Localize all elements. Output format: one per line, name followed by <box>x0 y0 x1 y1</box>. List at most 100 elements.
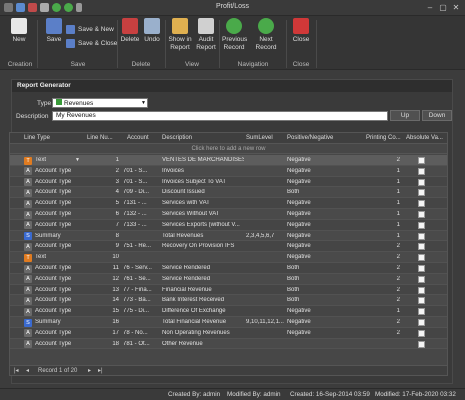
show-in-report-button[interactable]: Show in Report <box>167 18 193 52</box>
cell-description[interactable]: Invoices Subject To VAT <box>162 179 244 185</box>
cell-line-type[interactable]: Account Type <box>35 276 71 282</box>
table-row[interactable]: T Text 1 VENTES DE MARCHANDISES Negative 2 ▼ <box>10 155 447 166</box>
cell-line-type[interactable]: Account Type <box>35 168 71 174</box>
cell-description[interactable]: Service Rendered <box>162 265 244 271</box>
type-select[interactable]: Revenues ▼ <box>52 98 148 108</box>
absolute-value-checkbox[interactable] <box>418 178 425 186</box>
new-button[interactable]: New <box>9 18 29 44</box>
table-row[interactable]: A Account Type 6 7132 - ... Services Without… <box>10 209 447 220</box>
table-row[interactable]: A Account Type 5 7131 - ... Services with VA… <box>10 198 447 209</box>
cell-line-type[interactable]: Account Type <box>35 265 71 271</box>
cell-account[interactable]: 7131 - ... <box>123 200 160 206</box>
cell-line-number[interactable]: 15 <box>85 308 119 314</box>
cell-description[interactable]: Services Without VAT <box>162 211 244 217</box>
cell-line-number[interactable]: 17 <box>85 330 119 336</box>
absolute-value-checkbox[interactable] <box>418 157 425 164</box>
save-and-close-button[interactable]: Save & Close <box>66 38 117 49</box>
absolute-value-checkbox[interactable] <box>418 232 425 240</box>
cell-description[interactable]: Total Financial Revenue <box>162 319 244 325</box>
cell-line-number[interactable]: 9 <box>85 243 119 249</box>
cell-account[interactable]: 76 - Serv... <box>123 265 160 271</box>
table-row[interactable]: T Text 10 Negative 2 <box>10 252 447 263</box>
cell-printing[interactable]: 2 <box>366 157 400 163</box>
undo-button[interactable]: Undo <box>141 18 163 44</box>
cell-line-number[interactable]: 2 <box>85 168 119 174</box>
cell-description[interactable]: Recovery On Provision IFS <box>162 243 244 249</box>
cell-positive-negative[interactable]: Negative <box>287 319 311 325</box>
cell-description[interactable]: Other Revenue <box>162 341 244 347</box>
absolute-value-checkbox[interactable] <box>418 319 425 326</box>
cell-positive-negative[interactable]: Both <box>287 297 299 303</box>
cell-account[interactable]: 77 - Fina... <box>123 287 160 293</box>
cell-line-number[interactable]: 11 <box>85 265 119 271</box>
cell-line-type[interactable]: Account Type <box>35 308 71 314</box>
cell-account[interactable]: 773 - Ba... <box>123 297 160 303</box>
nav-prev-icon[interactable]: ◂ <box>26 366 29 375</box>
absolute-value-checkbox[interactable] <box>418 211 425 218</box>
absolute-value-checkbox[interactable] <box>418 254 425 262</box>
table-row[interactable]: A Account Type 12 761 - Se... Service Render… <box>10 273 447 285</box>
cell-account[interactable]: 751 - Re... <box>123 243 160 249</box>
table-row[interactable]: S Summary 8 Total Revenues 2,3,4,5,6,7 Negati… <box>10 230 447 242</box>
col-account[interactable]: Account <box>127 135 149 141</box>
cell-positive-negative[interactable]: Both <box>287 265 299 271</box>
cell-positive-negative[interactable]: Negative <box>287 168 311 174</box>
add-new-row[interactable]: Click here to add a new row <box>10 144 447 154</box>
absolute-value-checkbox[interactable] <box>418 200 425 208</box>
nav-next-icon[interactable]: ▸ <box>88 366 91 375</box>
absolute-value-checkbox[interactable] <box>418 167 425 175</box>
cell-printing[interactable]: 1 <box>366 308 400 314</box>
cell-printing[interactable]: 2 <box>366 297 400 303</box>
cell-line-type[interactable]: Account Type <box>35 179 71 185</box>
cell-line-type[interactable]: Text <box>35 254 46 260</box>
cell-line-number[interactable]: 7 <box>85 222 119 228</box>
cell-positive-negative[interactable]: Negative <box>287 179 311 185</box>
cell-description[interactable]: Services with VAT <box>162 200 244 206</box>
cell-line-type[interactable]: Account Type <box>35 211 71 217</box>
cell-account[interactable]: 761 - Se... <box>123 276 160 282</box>
cell-description[interactable]: Discount Issued <box>162 189 244 195</box>
chevron-down-icon[interactable]: ▼ <box>75 157 80 163</box>
cell-positive-negative[interactable]: Negative <box>287 157 311 163</box>
save-button[interactable]: Save <box>44 18 64 44</box>
table-row[interactable]: A Account Type 4 709 - Di... Discount Issued… <box>10 187 447 199</box>
cell-line-number[interactable]: 1 <box>85 157 119 163</box>
cell-line-type[interactable]: Account Type <box>35 189 71 195</box>
cell-line-number[interactable]: 6 <box>85 211 119 217</box>
cell-printing[interactable]: 2 <box>366 319 400 325</box>
cell-sum-level[interactable]: 2,3,4,5,6,7 <box>246 233 274 239</box>
minimize-icon[interactable]: – <box>424 2 436 13</box>
cell-printing[interactable]: 1 <box>366 179 400 185</box>
cell-printing[interactable]: 2 <box>366 330 400 336</box>
save-and-new-button[interactable]: Save & New <box>66 24 114 35</box>
cell-account[interactable]: 78 - No... <box>123 330 160 336</box>
cell-positive-negative[interactable]: Negative <box>287 211 311 217</box>
cell-account[interactable]: 7133 - ... <box>123 222 160 228</box>
col-description[interactable]: Description <box>162 135 192 141</box>
table-row[interactable]: A Account Type 18 781 - Ot... Other Revenue <box>10 338 447 350</box>
cell-account[interactable]: 781 - Ot... <box>123 341 160 347</box>
cell-printing[interactable]: 1 <box>366 211 400 217</box>
absolute-value-checkbox[interactable] <box>418 329 425 337</box>
cell-positive-negative[interactable]: Negative <box>287 200 311 206</box>
close-window-icon[interactable]: ✕ <box>450 2 462 13</box>
cell-line-number[interactable]: 8 <box>85 233 119 239</box>
cell-line-type[interactable]: Account Type <box>35 341 71 347</box>
cell-line-number[interactable]: 14 <box>85 297 119 303</box>
table-row[interactable]: A Account Type 11 76 - Serv... Service Rende… <box>10 263 447 274</box>
cell-description[interactable]: Service Rendered <box>162 276 244 282</box>
previous-record-button[interactable]: Previous Record <box>222 18 247 52</box>
cell-account[interactable]: 709 - Di... <box>123 189 160 195</box>
absolute-value-checkbox[interactable] <box>418 275 425 283</box>
cell-line-number[interactable]: 3 <box>85 179 119 185</box>
cell-printing[interactable]: 2 <box>366 265 400 271</box>
cell-description[interactable]: Non Operating Revenues <box>162 330 244 336</box>
col-line-type[interactable]: Line Type <box>24 135 50 141</box>
cell-account[interactable]: 701 - S... <box>123 168 160 174</box>
table-row[interactable]: A Account Type 13 77 - Fina... Financial Rev… <box>10 284 447 296</box>
col-line-number[interactable]: Line Nu... <box>87 135 113 141</box>
next-record-button[interactable]: Next Record <box>249 18 283 52</box>
cell-line-type[interactable]: Account Type <box>35 222 71 228</box>
audit-report-button[interactable]: Audit Report <box>194 18 218 52</box>
absolute-value-checkbox[interactable] <box>418 243 425 251</box>
